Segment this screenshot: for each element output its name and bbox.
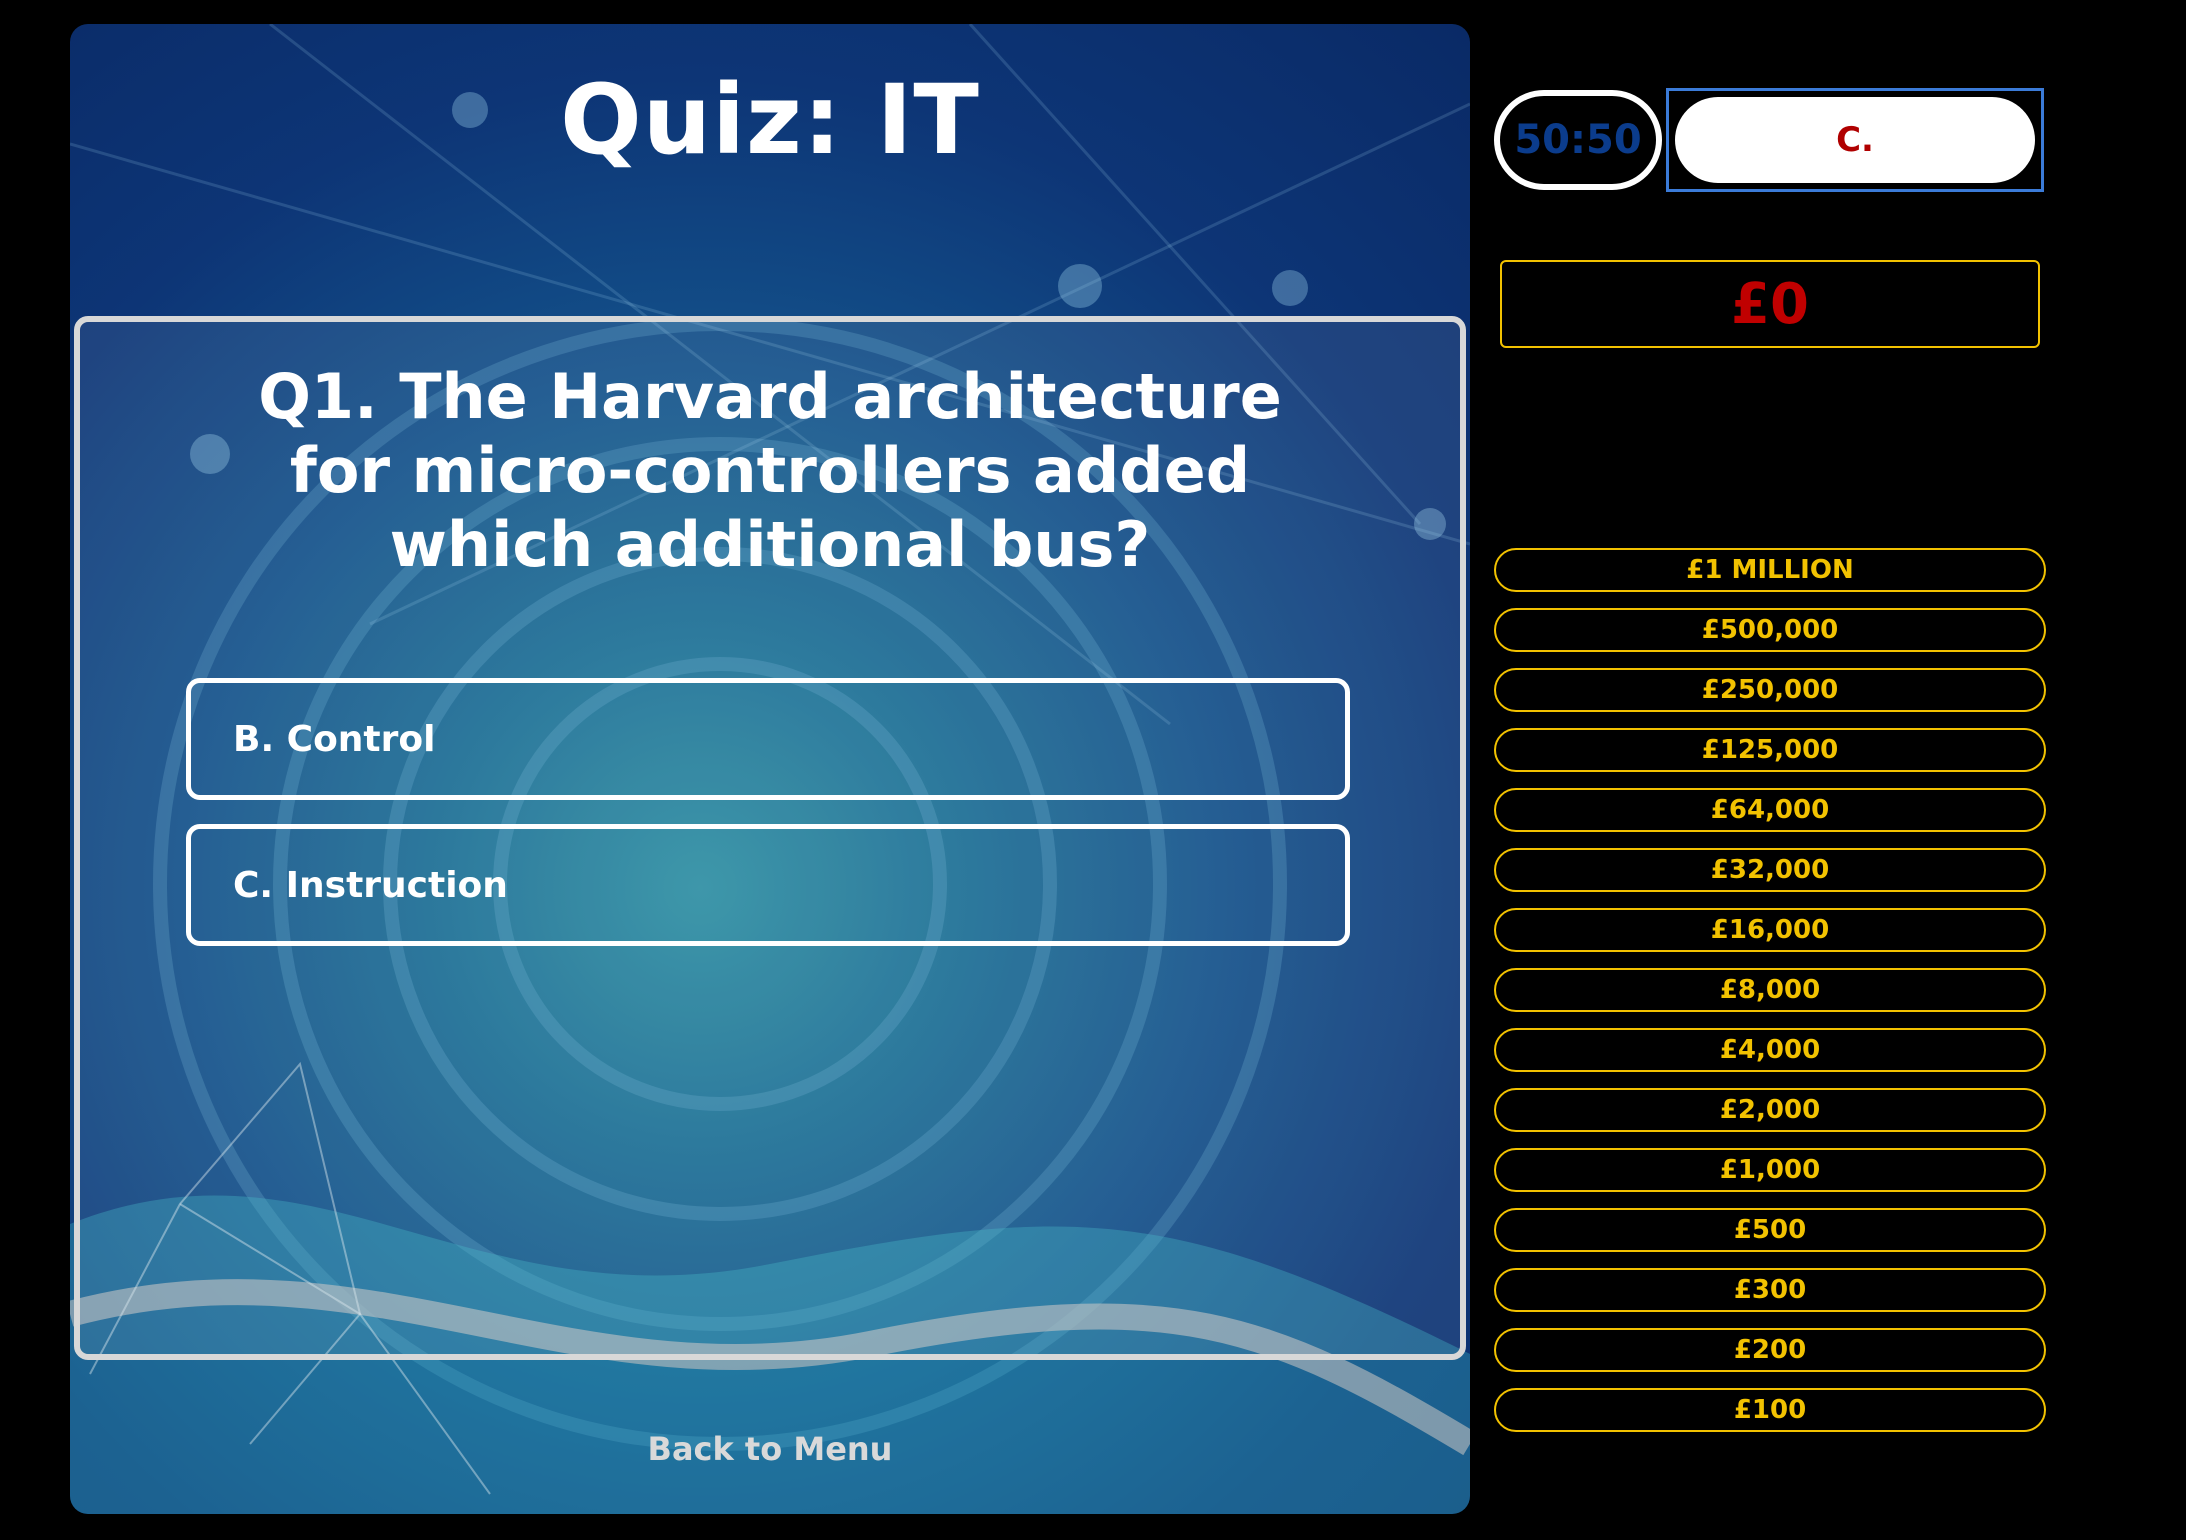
hint-answer: C. <box>1675 97 2035 183</box>
prize-level: £125,000 <box>1494 728 2046 772</box>
prize-level: £4,000 <box>1494 1028 2046 1072</box>
prize-level: £16,000 <box>1494 908 2046 952</box>
prize-level: £1,000 <box>1494 1148 2046 1192</box>
prize-level: £2,000 <box>1494 1088 2046 1132</box>
quiz-title: Quiz: IT <box>560 64 980 176</box>
question-text: Q1. The Harvard architecture for micro-c… <box>258 360 1282 581</box>
answer-option-c[interactable]: C. Instruction <box>186 824 1350 946</box>
prize-level: £64,000 <box>1494 788 2046 832</box>
prize-level: £500 <box>1494 1208 2046 1252</box>
question-box: Q1. The Harvard architecture for micro-c… <box>74 316 1466 1360</box>
hint-display: C. <box>1666 88 2044 192</box>
prize-ladder: £1 MILLION £500,000 £250,000 £125,000 £6… <box>1494 548 2046 1448</box>
prize-level: £250,000 <box>1494 668 2046 712</box>
prize-level: £32,000 <box>1494 848 2046 892</box>
prize-level: £1 MILLION <box>1494 548 2046 592</box>
prize-level: £8,000 <box>1494 968 2046 1012</box>
prize-level: £200 <box>1494 1328 2046 1372</box>
prize-level: £500,000 <box>1494 608 2046 652</box>
quiz-panel: Quiz: IT Q1. The Harvard architecture fo… <box>70 24 1470 1514</box>
prize-level: £100 <box>1494 1388 2046 1432</box>
current-winnings: £0 <box>1500 260 2040 348</box>
prize-level: £300 <box>1494 1268 2046 1312</box>
fifty-fifty-button[interactable]: 50:50 <box>1494 90 1662 190</box>
back-to-menu-link[interactable]: Back to Menu <box>70 1430 1470 1468</box>
answer-option-b[interactable]: B. Control <box>186 678 1350 800</box>
